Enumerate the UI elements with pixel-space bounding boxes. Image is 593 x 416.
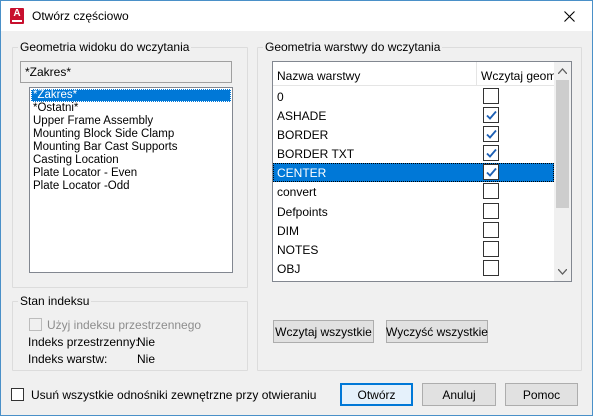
load-geometry-checkbox[interactable] — [483, 221, 499, 238]
index-status-legend: Stan indeksu — [20, 294, 90, 308]
clear-all-button[interactable]: Wyczyść wszystkie — [386, 320, 488, 343]
load-geometry-checkbox[interactable] — [483, 202, 499, 219]
load-geometry-checkbox[interactable] — [483, 183, 499, 200]
layer-index-label: Indeks warstw: — [28, 352, 108, 366]
scroll-up-icon[interactable] — [558, 68, 567, 74]
close-icon — [563, 10, 575, 22]
view-list-item[interactable]: Upper Frame Assembly — [31, 115, 231, 128]
column-header-load-geometry[interactable]: Wczytaj geometrię — [481, 69, 554, 83]
spatial-index-value: Nie — [137, 335, 156, 349]
unload-xrefs-checkbox[interactable] — [11, 388, 24, 401]
load-geometry-checkbox[interactable] — [483, 88, 499, 104]
layer-name: BORDER — [277, 128, 329, 143]
load-geometry-checkbox[interactable] — [483, 259, 499, 276]
load-geometry-checkbox[interactable] — [483, 164, 499, 181]
layer-row[interactable]: NOTES — [273, 240, 554, 259]
checkmark-icon — [485, 129, 497, 139]
column-separator[interactable] — [476, 62, 477, 86]
view-geometry-legend: Geometria widoku do wczytania — [20, 40, 190, 54]
layer-name: OBJ — [277, 261, 301, 276]
layer-name: ASHADE — [277, 109, 327, 124]
scroll-thumb[interactable] — [556, 80, 569, 208]
checkmark-icon — [485, 167, 497, 177]
view-list-item[interactable]: Mounting Bar Cast Supports — [31, 141, 231, 154]
view-list-item[interactable]: Mounting Block Side Clamp — [31, 128, 231, 141]
layer-name: CENTER — [277, 166, 327, 181]
view-list-item[interactable]: Plate Locator - Even — [31, 167, 231, 180]
title-bar: A Otwórz częściowo — [1, 1, 592, 31]
view-combo[interactable]: *Zakres* — [20, 61, 232, 83]
cancel-button[interactable]: Anuluj — [422, 383, 496, 406]
layer-index-value: Nie — [137, 352, 156, 366]
checkmark-icon — [485, 148, 497, 158]
close-button[interactable] — [546, 1, 592, 31]
layer-row[interactable]: 0 — [273, 87, 554, 106]
load-geometry-checkbox[interactable] — [483, 107, 499, 124]
layer-row[interactable]: CENTER — [273, 163, 554, 183]
use-spatial-index-label: Użyj indeksu przestrzennego — [47, 318, 202, 332]
load-geometry-checkbox[interactable] — [483, 240, 499, 257]
view-list-item[interactable]: *Ostatni* — [31, 102, 231, 115]
load-all-button[interactable]: Wczytaj wszystkie — [273, 320, 374, 343]
layer-row[interactable]: convert — [273, 182, 554, 201]
layer-name: DIM — [277, 223, 299, 238]
layer-row[interactable]: Defpoints — [273, 202, 554, 221]
autocad-app-icon: A — [10, 8, 24, 24]
layer-table-scrollbar[interactable] — [554, 62, 571, 281]
open-button[interactable]: Otwórz — [340, 383, 413, 406]
layer-row[interactable]: BORDER TXT — [273, 144, 554, 163]
scroll-down-icon[interactable] — [558, 269, 567, 275]
load-geometry-checkbox[interactable] — [483, 126, 499, 143]
open-partial-dialog: A Otwórz częściowo Geometria widoku do w… — [0, 0, 593, 416]
layer-name: Defpoints — [277, 204, 328, 219]
layer-row[interactable]: ASHADE — [273, 106, 554, 125]
view-list[interactable]: *Zakres* *Ostatni* Upper Frame Assembly … — [29, 87, 233, 273]
checkmark-icon — [485, 110, 497, 120]
spatial-index-label: Indeks przestrzenny: — [28, 335, 139, 349]
layer-table[interactable]: Nazwa warstwy Wczytaj geometrię 0 ASHADE B… — [272, 61, 572, 282]
view-list-item[interactable]: Casting Location — [31, 154, 231, 167]
view-list-item[interactable]: Plate Locator -Odd — [31, 180, 231, 193]
layer-name: 0 — [277, 90, 284, 104]
layer-row[interactable]: BORDER — [273, 125, 554, 144]
layer-name: BORDER TXT — [277, 147, 355, 162]
unload-xrefs-label: Usuń wszystkie odnośniki zewnętrzne przy… — [31, 388, 317, 402]
dialog-title: Otwórz częściowo — [32, 9, 129, 23]
layer-table-header: Nazwa warstwy Wczytaj geometrię — [273, 62, 554, 86]
layer-row[interactable]: OBJ — [273, 259, 554, 278]
view-list-item[interactable]: *Zakres* — [31, 89, 231, 102]
layer-geometry-legend: Geometria warstwy do wczytania — [265, 40, 441, 54]
column-header-layer-name[interactable]: Nazwa warstwy — [277, 69, 360, 83]
layer-row[interactable]: DIM — [273, 221, 554, 240]
layer-rows: 0 ASHADE BORDER BORDER TXT CENTER convert Defp… — [273, 87, 554, 278]
layer-name: NOTES — [277, 242, 319, 257]
use-spatial-index-checkbox[interactable] — [29, 318, 42, 331]
layer-name: convert — [277, 185, 317, 200]
help-button[interactable]: Pomoc — [505, 383, 578, 406]
load-geometry-checkbox[interactable] — [483, 145, 499, 162]
